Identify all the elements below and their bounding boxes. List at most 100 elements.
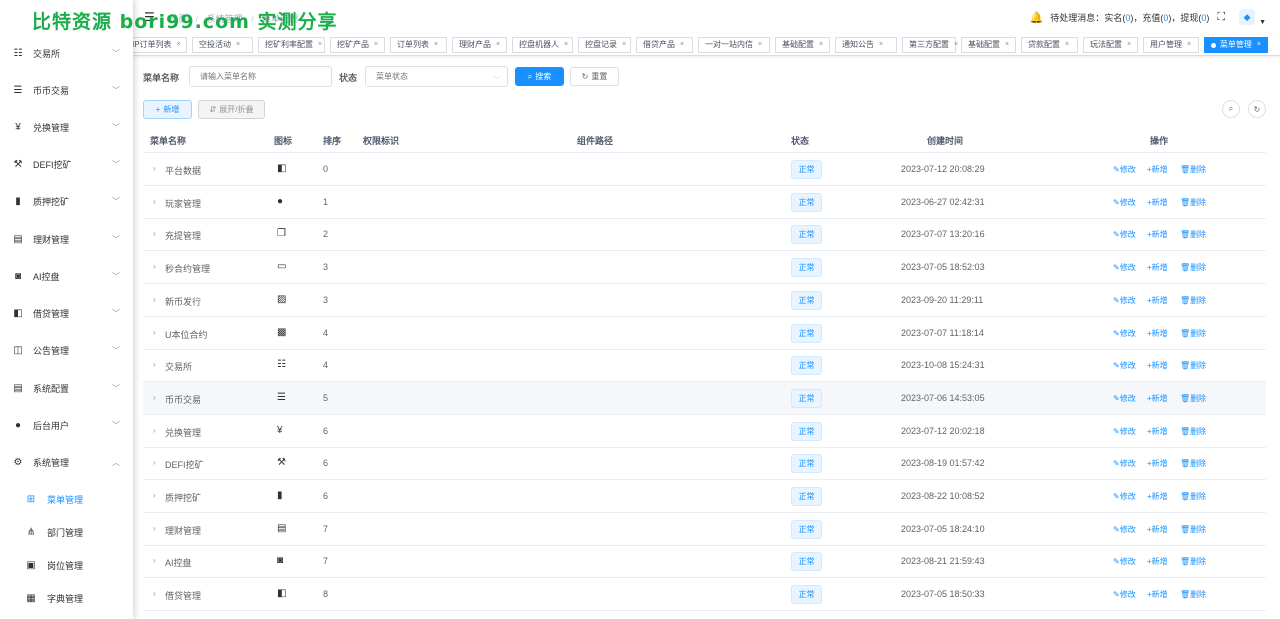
- delete-button[interactable]: 🗑删除: [1180, 589, 1206, 600]
- table-row[interactable]: › 玩家管理 ● 1 正常 2023-06-27 02:42:31 ✎修改 +新增 🗑删除: [143, 186, 1266, 219]
- sidebar-item-11[interactable]: ● 后台用户 ﹀: [0, 407, 133, 444]
- close-icon[interactable]: ×: [954, 38, 958, 52]
- sidebar-item-2[interactable]: ☰ 币币交易 ﹀: [0, 72, 133, 109]
- add-child-button[interactable]: +新增: [1147, 262, 1168, 273]
- add-child-button[interactable]: +新增: [1147, 426, 1168, 437]
- table-row[interactable]: › DEFI挖矿 ⚒ 6 正常 2023-08-19 01:57:42 ✎修改 +新增 🗑删除: [143, 447, 1266, 481]
- close-icon[interactable]: ×: [1187, 38, 1191, 52]
- expand-arrow-icon[interactable]: ›: [153, 262, 156, 271]
- sidebar-item-9[interactable]: ◫ 公告管理 ﹀: [0, 332, 133, 369]
- add-child-button[interactable]: +新增: [1147, 197, 1168, 208]
- hamburger-icon[interactable]: ☰: [144, 10, 155, 24]
- close-icon[interactable]: ×: [622, 38, 626, 52]
- table-row[interactable]: › 币币交易 ☰ 5 正常 2023-07-06 14:53:05 ✎修改 +新增 🗑删除: [143, 381, 1266, 415]
- table-row[interactable]: › 兑换管理 ¥6 正常 2023-07-12 20:02:18 ✎修改 +新增 🗑删除: [143, 415, 1266, 448]
- tab-5[interactable]: 订单列表 ×: [390, 37, 447, 53]
- tab-12[interactable]: 通知公告 ×: [835, 37, 897, 53]
- table-row[interactable]: › 质押挖矿 ▮ 6 正常 2023-08-22 10:08:52 ✎修改 +新增 🗑删除: [143, 480, 1266, 513]
- close-icon[interactable]: ×: [434, 38, 438, 52]
- sidebar-subitem-2[interactable]: ⋔ 部门管理: [0, 514, 133, 551]
- expand-arrow-icon[interactable]: ›: [153, 556, 156, 565]
- add-child-button[interactable]: +新增: [1147, 229, 1168, 240]
- refresh-button[interactable]: ↻: [1248, 100, 1266, 118]
- expand-arrow-icon[interactable]: ›: [153, 229, 156, 238]
- tab-10[interactable]: 一对一站内信 ×: [698, 37, 770, 53]
- pending-messages[interactable]: 待处理消息：实名(0)，充值(0)，提现(0): [1050, 11, 1209, 24]
- edit-button[interactable]: ✎修改: [1113, 164, 1136, 175]
- close-icon[interactable]: ×: [564, 38, 568, 52]
- status-select[interactable]: [365, 66, 508, 87]
- table-row[interactable]: › 交易所 ☷ 4 正常 2023-10-08 15:24:31 ✎修改 +新增 🗑删除: [143, 349, 1266, 383]
- table-row[interactable]: › 充提管理 ❐ 2 正常 2023-07-07 13:20:16 ✎修改 +新增 🗑删除: [143, 218, 1266, 252]
- delete-button[interactable]: 🗑删除: [1180, 491, 1206, 502]
- delete-button[interactable]: 🗑删除: [1180, 328, 1206, 339]
- delete-button[interactable]: 🗑删除: [1180, 393, 1206, 404]
- fullscreen-icon[interactable]: ⛶: [1217, 11, 1225, 24]
- sidebar-item-4[interactable]: ⚒ DEFI挖矿 ﹀: [0, 146, 133, 183]
- delete-button[interactable]: 🗑删除: [1180, 295, 1206, 306]
- delete-button[interactable]: 🗑删除: [1180, 229, 1206, 240]
- expand-arrow-icon[interactable]: ›: [153, 393, 156, 402]
- delete-button[interactable]: 🗑删除: [1180, 458, 1206, 469]
- table-row[interactable]: › 新币发行 ▨ 3 正常 2023-09-20 11:29:11 ✎修改 +新增 🗑删除: [143, 284, 1266, 317]
- edit-button[interactable]: ✎修改: [1113, 393, 1136, 404]
- tab-1[interactable]: IP订单列表 ×: [133, 37, 187, 53]
- edit-button[interactable]: ✎修改: [1113, 491, 1136, 502]
- table-row[interactable]: › 理财管理 ▤ 7 正常 2023-07-05 18:24:10 ✎修改 +新增 🗑删除: [143, 513, 1266, 546]
- table-row[interactable]: › U本位合约 ▩ 4 正常 2023-07-07 11:18:14 ✎修改 +新增 🗑删除: [143, 317, 1266, 350]
- delete-button[interactable]: 🗑删除: [1180, 164, 1206, 175]
- tab-15[interactable]: 贷款配置 ×: [1021, 37, 1078, 53]
- sidebar-item-6[interactable]: ▤ 理财管理 ﹀: [0, 221, 133, 258]
- sidebar-item-3[interactable]: ¥ 兑换管理 ﹀: [0, 109, 133, 146]
- add-child-button[interactable]: +新增: [1147, 328, 1168, 339]
- edit-button[interactable]: ✎修改: [1113, 295, 1136, 306]
- close-icon[interactable]: ×: [1005, 38, 1009, 52]
- close-icon[interactable]: ×: [374, 38, 378, 52]
- tab-16[interactable]: 玩法配置 ×: [1083, 37, 1138, 53]
- add-child-button[interactable]: +新增: [1147, 458, 1168, 469]
- tab-6[interactable]: 理财产品 ×: [452, 37, 507, 53]
- tab-8[interactable]: 控盘记录 ×: [578, 37, 631, 53]
- tab-17[interactable]: 用户管理 ×: [1143, 37, 1199, 53]
- add-child-button[interactable]: +新增: [1147, 164, 1168, 175]
- expand-arrow-icon[interactable]: ›: [153, 197, 156, 206]
- avatar[interactable]: ◆: [1239, 9, 1256, 25]
- close-icon[interactable]: ×: [318, 38, 322, 52]
- close-icon[interactable]: ×: [879, 38, 883, 52]
- add-button[interactable]: + 新增: [143, 100, 192, 119]
- table-row[interactable]: › 平台数据 ◧ 0 正常 2023-07-12 20:08:29 ✎修改 +新增 🗑删除: [143, 153, 1266, 186]
- close-icon[interactable]: ×: [177, 38, 181, 52]
- sidebar-subitem-3[interactable]: ▣ 岗位管理: [0, 547, 133, 584]
- bell-icon[interactable]: 🔔: [1030, 11, 1044, 24]
- close-icon[interactable]: ×: [236, 38, 240, 52]
- add-child-button[interactable]: +新增: [1147, 589, 1168, 600]
- menu-name-input[interactable]: [189, 66, 332, 87]
- edit-button[interactable]: ✎修改: [1113, 229, 1136, 240]
- table-row[interactable]: › 秒合约管理 ▭ 3 正常 2023-07-05 18:52:03 ✎修改 +新增 🗑删除: [143, 251, 1266, 285]
- sidebar-subitem-1[interactable]: ⊞ 菜单管理: [0, 481, 133, 518]
- breadcrumb-home[interactable]: 首页: [169, 14, 187, 24]
- tab-3[interactable]: 挖矿利率配置 ×: [258, 37, 325, 53]
- edit-button[interactable]: ✎修改: [1113, 262, 1136, 273]
- expand-arrow-icon[interactable]: ›: [153, 295, 156, 304]
- delete-button[interactable]: 🗑删除: [1180, 197, 1206, 208]
- close-icon[interactable]: ×: [819, 38, 823, 52]
- expand-arrow-icon[interactable]: ›: [153, 426, 156, 435]
- edit-button[interactable]: ✎修改: [1113, 589, 1136, 600]
- edit-button[interactable]: ✎修改: [1113, 458, 1136, 469]
- tab-18[interactable]: 菜单管理 ×: [1204, 37, 1268, 53]
- sidebar-subitem-4[interactable]: ▦ 字典管理: [0, 580, 133, 617]
- expand-arrow-icon[interactable]: ›: [153, 524, 156, 533]
- close-icon[interactable]: ×: [496, 38, 500, 52]
- table-row[interactable]: › 借贷管理 ◧ 8 正常 2023-07-05 18:50:33 ✎修改 +新增 🗑删除: [143, 578, 1266, 612]
- close-icon[interactable]: ×: [758, 38, 762, 52]
- edit-button[interactable]: ✎修改: [1113, 524, 1136, 535]
- add-child-button[interactable]: +新增: [1147, 295, 1168, 306]
- sidebar-item-7[interactable]: ◙ AI控盘 ﹀: [0, 258, 133, 295]
- edit-button[interactable]: ✎修改: [1113, 328, 1136, 339]
- expand-arrow-icon[interactable]: ›: [153, 328, 156, 337]
- delete-button[interactable]: 🗑删除: [1180, 262, 1206, 273]
- tab-4[interactable]: 挖矿产品 ×: [330, 37, 385, 53]
- search-toggle-button[interactable]: ⌕: [1222, 100, 1240, 118]
- sidebar-item-10[interactable]: ▤ 系统配置 ﹀: [0, 370, 133, 407]
